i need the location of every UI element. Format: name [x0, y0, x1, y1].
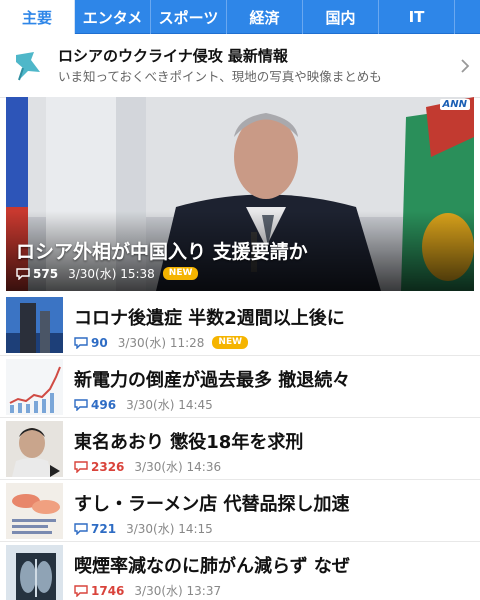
hero-article[interactable]: ANN ロシア外相が中国入り 支援要請か 575 3/30(水) 15:38 N… — [6, 97, 474, 291]
comment-icon — [74, 336, 88, 349]
tab-more-partial[interactable] — [455, 0, 480, 34]
banner-subtitle: いま知っておくべきポイント、現地の写真や映像まとめも — [58, 68, 382, 84]
comment-icon — [74, 398, 88, 411]
article-title: 新電力の倒産が過去最多 撤退続々 — [74, 370, 351, 391]
comment-count: 721 — [91, 521, 117, 536]
hero-title: ロシア外相が中国入り 支援要請か — [16, 241, 308, 263]
banner-title: ロシアのウクライナ侵攻 最新情報 — [58, 46, 288, 65]
article-title: 東名あおり 懲役18年を求刑 — [74, 432, 304, 453]
chevron-right-icon — [461, 58, 470, 73]
article-thumbnail — [6, 421, 63, 477]
new-badge: NEW — [162, 267, 199, 280]
tab-domestic[interactable]: 国内 — [303, 0, 379, 34]
article-title: コロナ後遺症 半数2週間以上後に — [74, 308, 345, 329]
article-date: 3/30(水) 14:45 — [126, 398, 213, 412]
pin-icon — [16, 51, 40, 80]
article-date: 3/30(水) 15:38 — [68, 267, 155, 281]
article-date: 3/30(水) 14:15 — [126, 522, 213, 536]
comment-icon — [16, 267, 30, 280]
comment-count: 90 — [91, 335, 108, 350]
article-meta: 1746 3/30(水) 13:37 — [74, 582, 221, 599]
article-meta: 2326 3/30(水) 14:36 — [74, 458, 221, 475]
comment-icon — [74, 584, 88, 597]
comment-count: 2326 — [91, 459, 125, 474]
tab-it[interactable]: IT — [379, 0, 455, 34]
category-tab-bar: 主要 エンタメ スポーツ 経済 国内 IT — [0, 0, 480, 34]
tab-economy[interactable]: 経済 — [227, 0, 303, 34]
article-title: 喫煙率減なのに肺がん減らず なぜ — [74, 556, 350, 577]
article-list: コロナ後遺症 半数2週間以上後に 90 3/30(水) 11:28 NEW 新電… — [0, 294, 480, 600]
article-date: 3/30(水) 11:28 — [117, 336, 205, 350]
article-thumbnail — [6, 297, 63, 353]
ann-watermark: ANN — [439, 99, 470, 110]
article-meta: 496 3/30(水) 14:45 — [74, 396, 213, 413]
tab-main[interactable]: 主要 — [0, 0, 75, 34]
list-item[interactable]: すし・ラーメン店 代替品探し加速 721 3/30(水) 14:15 — [0, 480, 480, 542]
article-thumbnail — [6, 483, 63, 539]
comment-icon — [74, 522, 88, 535]
article-title: すし・ラーメン店 代替品探し加速 — [74, 494, 350, 515]
new-badge: NEW — [212, 336, 249, 349]
topic-banner[interactable]: ロシアのウクライナ侵攻 最新情報 いま知っておくべきポイント、現地の写真や映像ま… — [0, 34, 480, 98]
hero-meta: 575 3/30(水) 15:38 NEW — [16, 265, 199, 282]
article-meta: 90 3/30(水) 11:28 NEW — [74, 334, 249, 351]
article-meta: 721 3/30(水) 14:15 — [74, 520, 213, 537]
article-date: 3/30(水) 14:36 — [134, 460, 222, 474]
list-item[interactable]: 東名あおり 懲役18年を求刑 2326 3/30(水) 14:36 — [0, 418, 480, 480]
comment-count: 496 — [91, 397, 117, 412]
list-item[interactable]: コロナ後遺症 半数2週間以上後に 90 3/30(水) 11:28 NEW — [0, 294, 480, 356]
list-item[interactable]: 喫煙率減なのに肺がん減らず なぜ 1746 3/30(水) 13:37 — [0, 542, 480, 600]
comment-icon — [74, 460, 88, 473]
tab-entertainment[interactable]: エンタメ — [75, 0, 151, 34]
comment-count: 1746 — [91, 583, 125, 598]
article-thumbnail — [6, 359, 63, 415]
list-item[interactable]: 新電力の倒産が過去最多 撤退続々 496 3/30(水) 14:45 — [0, 356, 480, 418]
article-thumbnail — [6, 545, 63, 600]
comment-count: 575 — [33, 266, 59, 281]
article-date: 3/30(水) 13:37 — [134, 584, 222, 598]
tab-sports[interactable]: スポーツ — [151, 0, 227, 34]
